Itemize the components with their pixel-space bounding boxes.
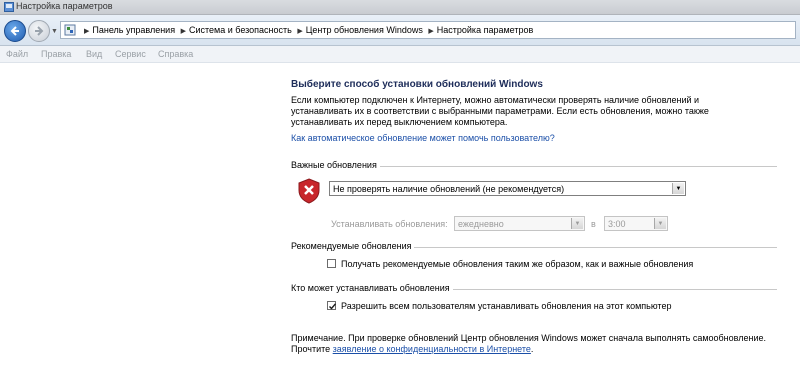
install-time-select[interactable]: 3:00 ▼: [604, 216, 668, 231]
chevron-right-icon[interactable]: ▶: [297, 28, 302, 35]
settings-panel: Выберите способ установки обновлений Win…: [0, 63, 800, 382]
breadcrumb-change-settings[interactable]: Настройка параметров: [437, 25, 534, 35]
recent-pages-dropdown-icon[interactable]: ▼: [51, 28, 58, 35]
important-updates-label: Важные обновления: [291, 160, 380, 170]
chevron-right-icon[interactable]: ▶: [181, 28, 186, 35]
note-suffix: .: [530, 344, 534, 354]
recommended-updates-group: Рекомендуемые обновления: [291, 241, 777, 251]
control-panel-icon: [64, 24, 76, 36]
install-day-value: ежедневно: [458, 219, 504, 229]
breadcrumb-system-security[interactable]: Система и безопасность: [189, 25, 292, 35]
page-title: Выберите способ установки обновлений Win…: [291, 79, 543, 90]
title-bar: Настройка параметров: [0, 0, 800, 15]
navigation-bar: ▼ ▶ Панель управления ▶ Система и безопасн…: [0, 15, 800, 46]
forward-arrow-icon: [35, 26, 44, 36]
recommended-updates-checkbox-label[interactable]: Получать рекомендуемые обновления таким …: [341, 259, 693, 269]
update-mode-value: Не проверять наличие обновлений (не реко…: [333, 184, 565, 194]
back-arrow-icon: [10, 26, 19, 36]
who-can-install-group: Кто может устанавливать обновления: [291, 283, 777, 293]
help-link[interactable]: Как автоматическое обновление может помо…: [291, 133, 555, 143]
breadcrumb: ▶ Панель управления ▶ Система и безопаснос…: [81, 25, 533, 35]
menu-help[interactable]: Справка: [158, 49, 193, 59]
breadcrumb-windows-update[interactable]: Центр обновления Windows: [306, 25, 423, 35]
chevron-down-icon[interactable]: ▼: [571, 218, 583, 229]
chevron-down-icon[interactable]: ▼: [672, 183, 684, 194]
note-text: Примечание. При проверке обновлений Цент…: [291, 333, 781, 355]
at-time-label: в: [591, 219, 596, 229]
install-day-select[interactable]: ежедневно ▼: [454, 216, 585, 231]
recommended-updates-checkbox[interactable]: [327, 259, 336, 268]
menu-view[interactable]: Вид: [86, 49, 102, 59]
forward-button[interactable]: [28, 20, 50, 42]
allow-all-users-checkbox-label[interactable]: Разрешить всем пользователям устанавлива…: [341, 301, 671, 311]
allow-all-users-checkbox[interactable]: [327, 301, 337, 310]
window-title: Настройка параметров: [16, 1, 113, 11]
recommended-updates-label: Рекомендуемые обновления: [291, 241, 415, 251]
checkmark-icon: [329, 303, 337, 310]
breadcrumb-control-panel[interactable]: Панель управления: [92, 25, 175, 35]
menu-bar: Файл Правка Вид Сервис Справка: [0, 46, 800, 63]
back-button[interactable]: [4, 20, 26, 42]
menu-edit[interactable]: Правка: [41, 49, 71, 59]
intro-text: Если компьютер подключен к Интернету, мо…: [291, 95, 709, 127]
install-updates-label: Устанавливать обновления:: [331, 219, 448, 229]
address-bar[interactable]: ▶ Панель управления ▶ Система и безопаснос…: [60, 21, 796, 39]
privacy-statement-link[interactable]: заявление о конфиденциальности в Интерне…: [333, 344, 531, 354]
shield-error-icon: [298, 178, 320, 204]
important-updates-group: Важные обновления: [291, 160, 777, 170]
chevron-down-icon[interactable]: ▼: [654, 218, 666, 229]
who-can-install-label: Кто может устанавливать обновления: [291, 283, 453, 293]
chevron-right-icon[interactable]: ▶: [84, 28, 89, 35]
window-icon: [4, 2, 14, 12]
update-mode-select[interactable]: Не проверять наличие обновлений (не реко…: [329, 181, 686, 196]
menu-tools[interactable]: Сервис: [115, 49, 146, 59]
menu-file[interactable]: Файл: [6, 49, 28, 59]
chevron-right-icon[interactable]: ▶: [428, 28, 433, 35]
install-time-value: 3:00: [608, 219, 626, 229]
